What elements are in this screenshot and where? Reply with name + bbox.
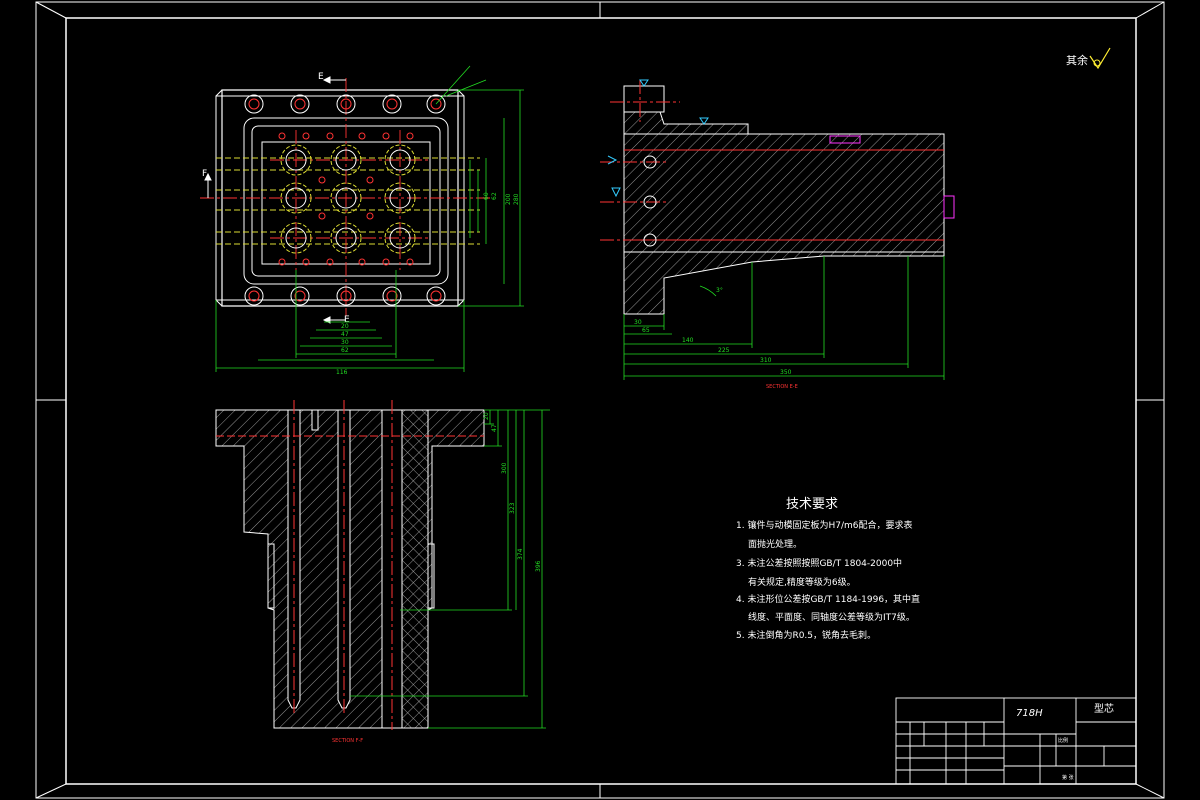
dim-top-200: 200 [505, 193, 512, 205]
title-block-drawing-name: 型芯 [1094, 702, 1114, 715]
dim-ff-20: 20 [483, 412, 490, 420]
title-block-sheet-label: 第 张 [1062, 774, 1074, 781]
section-mark-f: F [202, 169, 207, 179]
dim-ee-310: 310 [760, 357, 772, 364]
dim-ee-350: 350 [780, 369, 792, 376]
dim-ff-323: 323 [509, 502, 516, 514]
dim-top-116: 116 [336, 369, 348, 376]
title-block-scale-label: 比例 [1058, 737, 1068, 744]
tech-req-line-4: 有关规定,精度等级为6级。 [748, 576, 856, 588]
dim-ff-47: 47 [491, 424, 498, 432]
dim-top-20: 20 [341, 323, 349, 330]
dim-top-62v: 62 [491, 192, 498, 200]
dim-top-47: 47 [341, 331, 349, 338]
dim-ff-396: 396 [535, 560, 542, 572]
section-ff-label: SECTION F-F [332, 738, 363, 744]
core-inserts [280, 144, 416, 254]
tech-req-line-2: 面抛光处理。 [748, 538, 802, 550]
dim-ee-30: 30 [634, 319, 642, 326]
dim-ee-65: 65 [642, 327, 650, 334]
dim-ff-374: 374 [517, 548, 524, 560]
dim-top-280: 280 [513, 193, 520, 205]
dim-ee-140: 140 [682, 337, 694, 344]
sheet-frame [35, 1, 1165, 799]
cad-drawing: 其余 E E F 20 47 30 62 116 60 62 200 280 3… [35, 1, 1165, 799]
dim-ff-300: 300 [501, 462, 508, 474]
roughness-note: 其余 [1066, 47, 1111, 70]
roughness-label: 其余 [1066, 53, 1088, 67]
dim-top-60: 60 [483, 192, 490, 200]
tech-req-line-5: 4. 未注形位公差按GB/T 1184-1996，其中直 [736, 593, 920, 605]
section-f-f: 20 47 300 323 374 396 SECTION F-F [215, 400, 550, 744]
top-view: E E F 20 47 30 62 116 60 62 200 280 [200, 65, 524, 376]
section-ee-label: SECTION E-E [766, 384, 798, 390]
dim-top-62: 62 [341, 347, 349, 354]
section-mark-e-top: E [318, 72, 324, 82]
tech-req-line-1: 1. 镶件与动模固定板为H7/m6配合，要求表 [736, 519, 912, 531]
title-block-material: 718H [1016, 708, 1043, 719]
roughness-symbol-icon [1089, 47, 1111, 70]
tech-req-line-3: 3. 未注公差按照按照GB/T 1804-2000中 [736, 557, 902, 569]
tech-req-line-7: 5. 未注倒角为R0.5，锐角去毛刺。 [736, 629, 876, 641]
dim-top-30: 30 [341, 339, 349, 346]
tech-req-title: 技术要求 [786, 497, 838, 512]
technical-requirements: 技术要求 1. 镶件与动模固定板为H7/m6配合，要求表 面抛光处理。 3. 未… [736, 497, 920, 641]
section-e-e: 30 65 140 225 310 350 3° SECTION E-E [600, 79, 955, 390]
tech-req-line-6: 线度、平面度、同轴度公差等级为IT7级。 [748, 611, 915, 623]
dim-ee-angle: 3° [716, 287, 723, 294]
dim-ee-225: 225 [718, 347, 730, 354]
